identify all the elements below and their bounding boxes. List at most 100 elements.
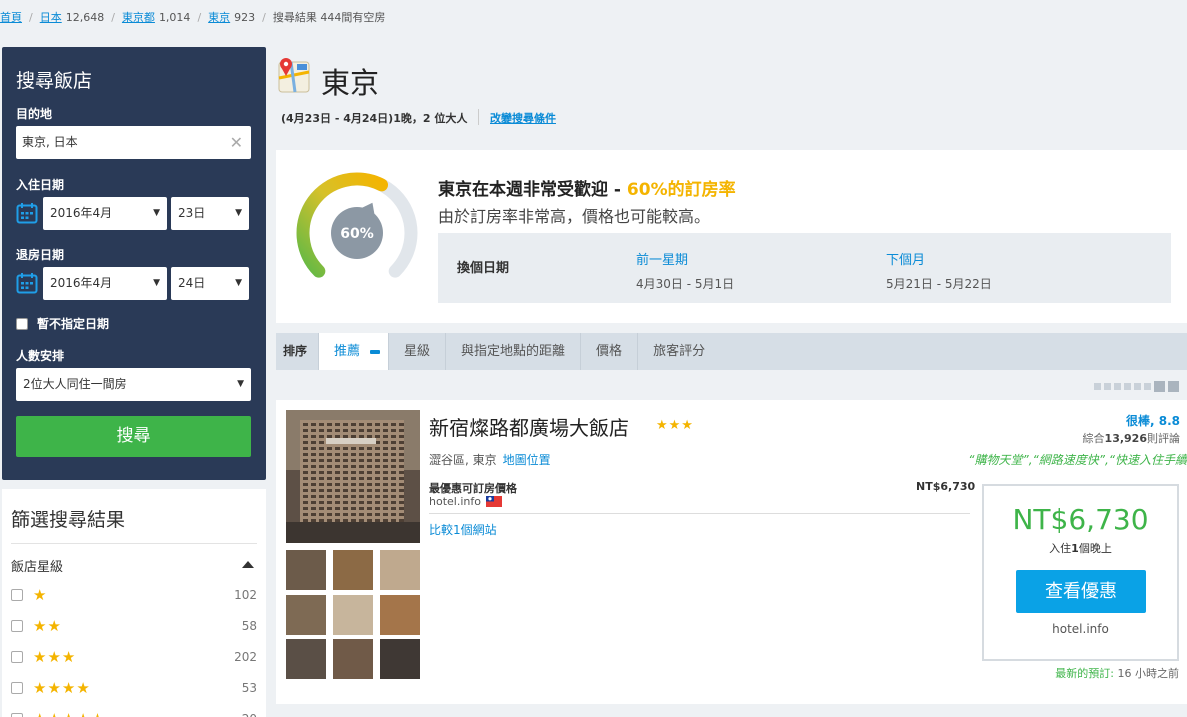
calendar-icon[interactable] bbox=[16, 202, 38, 224]
star-filter-checkbox[interactable] bbox=[11, 620, 23, 632]
review-count[interactable]: 綜合13,926則評論 bbox=[1083, 430, 1180, 446]
date-option-prev-week[interactable]: 前一星期 4月30日 - 5月1日 bbox=[636, 249, 734, 292]
breadcrumb-city[interactable]: 東京 bbox=[208, 11, 230, 24]
provider-name: hotel.info bbox=[429, 495, 481, 508]
hotel-thumbnail[interactable] bbox=[286, 595, 326, 635]
star-filter-checkbox[interactable] bbox=[11, 713, 23, 717]
collapse-arrow-icon[interactable] bbox=[242, 561, 254, 568]
pager-dot[interactable] bbox=[1114, 383, 1121, 390]
star-filter-count: 202 bbox=[234, 650, 257, 664]
sort-tab-stars[interactable]: 星級 bbox=[388, 333, 445, 370]
trip-summary: (4月23日 - 4月24日)1晚，2 位大人 bbox=[281, 112, 468, 125]
star-filter-checkbox[interactable] bbox=[11, 682, 23, 694]
caret-down-icon: ▼ bbox=[237, 379, 244, 389]
guests-value: 2位大人同住一間房 bbox=[23, 377, 127, 391]
no-date-option[interactable]: 暫不指定日期 bbox=[16, 315, 109, 332]
date-option-title[interactable]: 前一星期 bbox=[636, 249, 734, 268]
star-filter-count: 53 bbox=[241, 681, 257, 695]
date-option-title[interactable]: 下個月 bbox=[886, 249, 992, 268]
rating-text[interactable]: 很棒, 8.8 bbox=[1126, 412, 1180, 429]
pager-dot[interactable] bbox=[1134, 383, 1141, 390]
sort-direction-icon bbox=[370, 350, 381, 354]
modify-search-link[interactable]: 改變搜尋條件 bbox=[490, 110, 556, 126]
star-filter-checkbox[interactable] bbox=[11, 651, 23, 663]
no-date-label: 暫不指定日期 bbox=[37, 317, 110, 331]
sort-tab-distance[interactable]: 與指定地點的距離 bbox=[445, 333, 580, 370]
hotel-thumbnail[interactable] bbox=[380, 639, 420, 679]
review-number: 13,926 bbox=[1104, 432, 1147, 445]
star-filter-row[interactable]: ★★★ 202 bbox=[11, 647, 257, 667]
checkin-day-value: 23日 bbox=[178, 206, 206, 220]
guests-select[interactable]: 2位大人同住一間房 ▼ bbox=[16, 368, 251, 401]
popularity-headline-highlight: 60%的訂房率 bbox=[626, 180, 736, 200]
breadcrumb-country[interactable]: 日本 bbox=[40, 11, 62, 24]
deal-per-c: 個晚上 bbox=[1078, 542, 1112, 555]
sort-tab-recommended[interactable]: 推薦 bbox=[318, 333, 389, 370]
view-deal-button[interactable]: 查看優惠 bbox=[1016, 570, 1146, 613]
checkin-month-select[interactable]: 2016年4月 ▼ bbox=[43, 197, 167, 230]
hotel-thumbnail[interactable] bbox=[286, 550, 326, 590]
star-filter-row[interactable]: ★★★★ 53 bbox=[11, 678, 257, 698]
star-filter-count: 20 bbox=[242, 712, 257, 717]
hotel-thumbnail[interactable] bbox=[333, 595, 373, 635]
sort-tab-label: 推薦 bbox=[334, 344, 361, 359]
checkin-month-value: 2016年4月 bbox=[50, 206, 113, 220]
checkout-month-select[interactable]: 2016年4月 ▼ bbox=[43, 267, 167, 300]
page-title: 東京 bbox=[321, 66, 380, 100]
popularity-headline-prefix: 東京在本週非常受歡迎 - bbox=[438, 180, 627, 200]
review-prefix: 綜合 bbox=[1082, 432, 1105, 445]
pager-dot[interactable] bbox=[1124, 383, 1131, 390]
compare-sites-link[interactable]: 比較1個網站 bbox=[429, 521, 497, 538]
calendar-icon[interactable] bbox=[16, 272, 38, 294]
close-icon[interactable]: ✕ bbox=[230, 126, 243, 159]
breadcrumb-region[interactable]: 東京都 bbox=[122, 11, 155, 24]
hotel-thumbnail[interactable] bbox=[333, 550, 373, 590]
hotel-thumbnail[interactable] bbox=[333, 639, 373, 679]
filter-panel: 篩選搜尋結果 飯店星級 ★ 102 ★★ 58 ★★★ 202 ★★★★ 53 ★★★★… bbox=[2, 489, 266, 717]
gauge-percent: 60% bbox=[340, 226, 374, 242]
pager-dot-active[interactable] bbox=[1154, 381, 1165, 392]
destination-value: 東京, 日本 bbox=[22, 135, 78, 149]
hotel-main-photo[interactable] bbox=[286, 410, 420, 543]
hotel-name[interactable]: 新宿燦路都廣場大飯店 bbox=[429, 412, 629, 441]
star-filter-row[interactable]: ★ 102 bbox=[11, 585, 257, 605]
breadcrumb-home[interactable]: 首頁 bbox=[0, 11, 22, 24]
hotel-thumbnail[interactable] bbox=[380, 595, 420, 635]
summary-divider bbox=[478, 109, 479, 125]
caret-down-icon: ▼ bbox=[153, 278, 160, 288]
sort-tab-price[interactable]: 價格 bbox=[580, 333, 637, 370]
pager-dot[interactable] bbox=[1144, 383, 1151, 390]
sort-tab-rating[interactable]: 旅客評分 bbox=[637, 333, 720, 370]
date-option-range: 5月21日 - 5月22日 bbox=[886, 277, 992, 291]
deal-provider: hotel.info bbox=[1052, 622, 1109, 636]
pager-dot[interactable] bbox=[1104, 383, 1111, 390]
destination-input[interactable]: 東京, 日本 ✕ bbox=[16, 126, 251, 159]
best-price-label: 最優惠可訂房價格 bbox=[429, 482, 517, 495]
caret-down-icon: ▼ bbox=[153, 208, 160, 218]
star-filter-row[interactable]: ★★★★★ 20 bbox=[11, 709, 257, 717]
hotel-thumbnail[interactable] bbox=[286, 639, 326, 679]
offer-divider bbox=[429, 513, 970, 514]
change-date-label: 換個日期 bbox=[457, 261, 510, 276]
checkout-label: 退房日期 bbox=[16, 248, 65, 262]
breadcrumb-city-count: 923 bbox=[234, 11, 256, 24]
hotel-thumbnail[interactable] bbox=[380, 550, 420, 590]
destination-label: 目的地 bbox=[16, 107, 53, 121]
pager-dot-active[interactable] bbox=[1168, 381, 1179, 392]
checkin-day-select[interactable]: 23日 ▼ bbox=[171, 197, 249, 230]
map-location-link[interactable]: 地圖位置 bbox=[503, 453, 551, 467]
date-option-next-month[interactable]: 下個月 5月21日 - 5月22日 bbox=[886, 249, 992, 292]
breadcrumb-current: 搜尋結果 444間有空房 bbox=[272, 11, 386, 24]
deal-per-b: 1 bbox=[1071, 542, 1079, 555]
no-date-checkbox[interactable] bbox=[16, 317, 28, 330]
search-button[interactable]: 搜尋 bbox=[16, 416, 251, 457]
star-filter-checkbox[interactable] bbox=[11, 589, 23, 601]
hotel-location-text: 澀谷區, 東京 bbox=[429, 453, 497, 467]
pager-dot[interactable] bbox=[1094, 383, 1101, 390]
checkout-day-select[interactable]: 24日 ▼ bbox=[171, 267, 249, 300]
filter-title: 篩選搜尋結果 bbox=[11, 509, 126, 531]
last-booked-label: 最新的預訂: bbox=[1055, 667, 1114, 680]
last-booked: 最新的預訂: 16 小時之前 bbox=[1055, 665, 1179, 681]
breadcrumb: 首頁 / 日本 12,648/東京都 1,014/東京 923/搜尋結果 444間有空房 bbox=[0, 11, 386, 24]
star-filter-row[interactable]: ★★ 58 bbox=[11, 616, 257, 636]
